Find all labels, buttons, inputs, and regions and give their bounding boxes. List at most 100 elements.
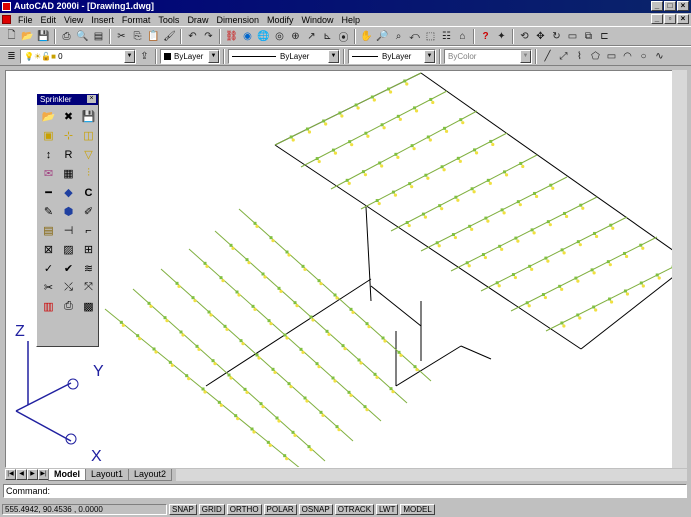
valve-icon[interactable]: ◆ — [59, 184, 78, 201]
doc-close-button[interactable]: × — [677, 14, 689, 24]
model-toggle[interactable]: MODEL — [400, 504, 435, 515]
edit-pipe-icon[interactable]: ✐ — [79, 203, 98, 220]
lightbulb-icon[interactable]: ✦ — [494, 29, 509, 44]
publish-icon[interactable]: ▤ — [91, 29, 106, 44]
otrack-toggle[interactable]: OTRACK — [334, 504, 375, 515]
menu-help[interactable]: Help — [338, 15, 365, 25]
today-icon[interactable]: ◉ — [240, 29, 255, 44]
area-icon[interactable]: ◫ — [79, 127, 98, 144]
help-icon[interactable]: ? — [478, 29, 493, 44]
aerial-view-icon[interactable]: ⬚ — [423, 29, 438, 44]
prev-tab-icon[interactable]: ◀ — [16, 469, 27, 480]
polyline-icon[interactable]: ⌇ — [572, 49, 587, 64]
menu-dimension[interactable]: Dimension — [212, 15, 263, 25]
cut-pipes-icon[interactable]: ✂ — [39, 279, 58, 296]
print-report-icon[interactable]: ⎙ — [59, 298, 78, 315]
open-folder-icon[interactable]: 📂 — [39, 108, 58, 125]
menu-tools[interactable]: Tools — [154, 15, 183, 25]
menu-edit[interactable]: Edit — [37, 15, 61, 25]
color-combo[interactable]: ByLayer ▼ — [160, 48, 220, 64]
grid-toggle[interactable]: GRID — [198, 504, 225, 515]
arc-icon[interactable]: ◠ — [620, 49, 635, 64]
menu-window[interactable]: Window — [298, 15, 338, 25]
check-heads-icon[interactable]: ✓ — [39, 260, 58, 277]
object-snap-icon[interactable]: ◎ — [272, 29, 287, 44]
polygon-icon[interactable]: ⬠ — [588, 49, 603, 64]
save-icon[interactable]: 💾 — [36, 29, 51, 44]
properties-icon[interactable]: ☷ — [439, 29, 454, 44]
rotate-icon[interactable]: ↻ — [549, 29, 564, 44]
image-icon[interactable]: ▨ — [59, 241, 78, 258]
vertical-scrollbar[interactable] — [672, 70, 687, 468]
doc-minimize-button[interactable]: _ — [651, 14, 663, 24]
palette-close-icon[interactable]: × — [87, 95, 96, 103]
spline-icon[interactable]: ∿ — [652, 49, 667, 64]
menu-modify[interactable]: Modify — [263, 15, 298, 25]
tab-model[interactable]: Model — [48, 468, 86, 481]
pipe-icon[interactable]: ━ — [39, 184, 58, 201]
zoom-window-icon[interactable]: ⌕ — [391, 29, 406, 44]
tracking-icon[interactable]: ↗ — [304, 29, 319, 44]
calculator-icon[interactable]: ▤ — [39, 222, 58, 239]
match-properties-icon[interactable]: 🖌 — [162, 29, 177, 44]
hyperlink-icon[interactable]: ⛓ — [224, 29, 239, 44]
tab-layout1[interactable]: Layout1 — [85, 468, 130, 481]
menu-file[interactable]: File — [14, 15, 37, 25]
mark-icon[interactable]: ⤯ — [59, 279, 78, 296]
web-icon[interactable]: 🌐 — [256, 29, 271, 44]
linetype-combo[interactable]: ByLayer ▼ — [228, 48, 340, 64]
offset-icon[interactable]: ⧉ — [581, 29, 596, 44]
head-distance-icon[interactable]: ↕ — [39, 146, 58, 163]
ortho-toggle[interactable]: ORTHO — [226, 504, 262, 515]
copy-icon[interactable]: ⎘ — [130, 29, 145, 44]
move-icon[interactable]: ✥ — [533, 29, 548, 44]
chevron-down-icon[interactable]: ▼ — [328, 49, 339, 63]
minimize-button[interactable]: _ — [651, 1, 663, 11]
radius-icon[interactable]: R — [59, 146, 78, 163]
chevron-down-icon[interactable]: ▼ — [208, 49, 219, 63]
cut-icon[interactable]: ✂ — [114, 29, 129, 44]
paste-icon[interactable]: 📋 — [146, 29, 161, 44]
room-outline-icon[interactable]: ▣ — [39, 127, 58, 144]
tab-layout2[interactable]: Layout2 — [128, 468, 173, 481]
cross-icon[interactable]: ⤧ — [79, 279, 98, 296]
undo-icon[interactable]: ↶ — [185, 29, 200, 44]
coordinate-display[interactable]: 555.4942, 90.4536 , 0.0000 — [2, 504, 167, 515]
close-button[interactable]: × — [677, 1, 689, 11]
save-disk-icon[interactable]: 💾 — [79, 108, 98, 125]
riser-icon[interactable]: ⫶ — [79, 165, 98, 182]
menu-format[interactable]: Format — [118, 15, 155, 25]
place-heads-icon[interactable]: ⊹ — [59, 127, 78, 144]
lwt-toggle[interactable]: LWT — [376, 504, 399, 515]
zoom-previous-icon[interactable]: ⤺ — [407, 29, 422, 44]
line-icon[interactable]: ╱ — [540, 49, 555, 64]
make-layer-current-icon[interactable]: ⇪ — [137, 49, 152, 64]
osnap-toggle[interactable]: OSNAP — [298, 504, 333, 515]
command-line[interactable]: Command: — [3, 484, 687, 498]
layers-icon[interactable]: ≣ — [4, 49, 19, 64]
pencil-heads-icon[interactable]: ✎ — [39, 203, 58, 220]
3d-orbit-icon[interactable]: ⟲ — [517, 29, 532, 44]
open-icon[interactable]: 📂 — [20, 29, 35, 44]
fitting-icon[interactable]: ⊣ — [59, 222, 78, 239]
menu-view[interactable]: View — [60, 15, 87, 25]
doc-restore-button[interactable]: ▫ — [664, 14, 676, 24]
hydraulic-shield-icon[interactable]: ⬢ — [59, 203, 78, 220]
construction-line-icon[interactable]: ⤢ — [556, 49, 571, 64]
autocad-app-icon[interactable] — [2, 2, 11, 11]
branch-icon[interactable]: ⊞ — [79, 241, 98, 258]
drawing-area[interactable]: Z Y X — [5, 70, 687, 468]
c-tool-icon[interactable]: C — [79, 184, 98, 201]
ortho-icon[interactable]: ⊾ — [320, 29, 335, 44]
lineweight-combo[interactable]: ByLayer ▼ — [348, 48, 436, 64]
envelope-icon[interactable]: ✉ — [39, 165, 58, 182]
snap-toggle[interactable]: SNAP — [169, 504, 197, 515]
maximize-button[interactable]: □ — [664, 1, 676, 11]
report-icon[interactable]: ▥ — [39, 298, 58, 315]
menu-insert[interactable]: Insert — [87, 15, 118, 25]
erase-icon[interactable]: ▭ — [565, 29, 580, 44]
ucs-icon[interactable]: ⊕ — [288, 29, 303, 44]
circle-icon[interactable]: ○ — [636, 49, 651, 64]
print-icon[interactable]: ⎙ — [59, 29, 74, 44]
chevron-down-icon[interactable]: ▼ — [424, 49, 435, 63]
